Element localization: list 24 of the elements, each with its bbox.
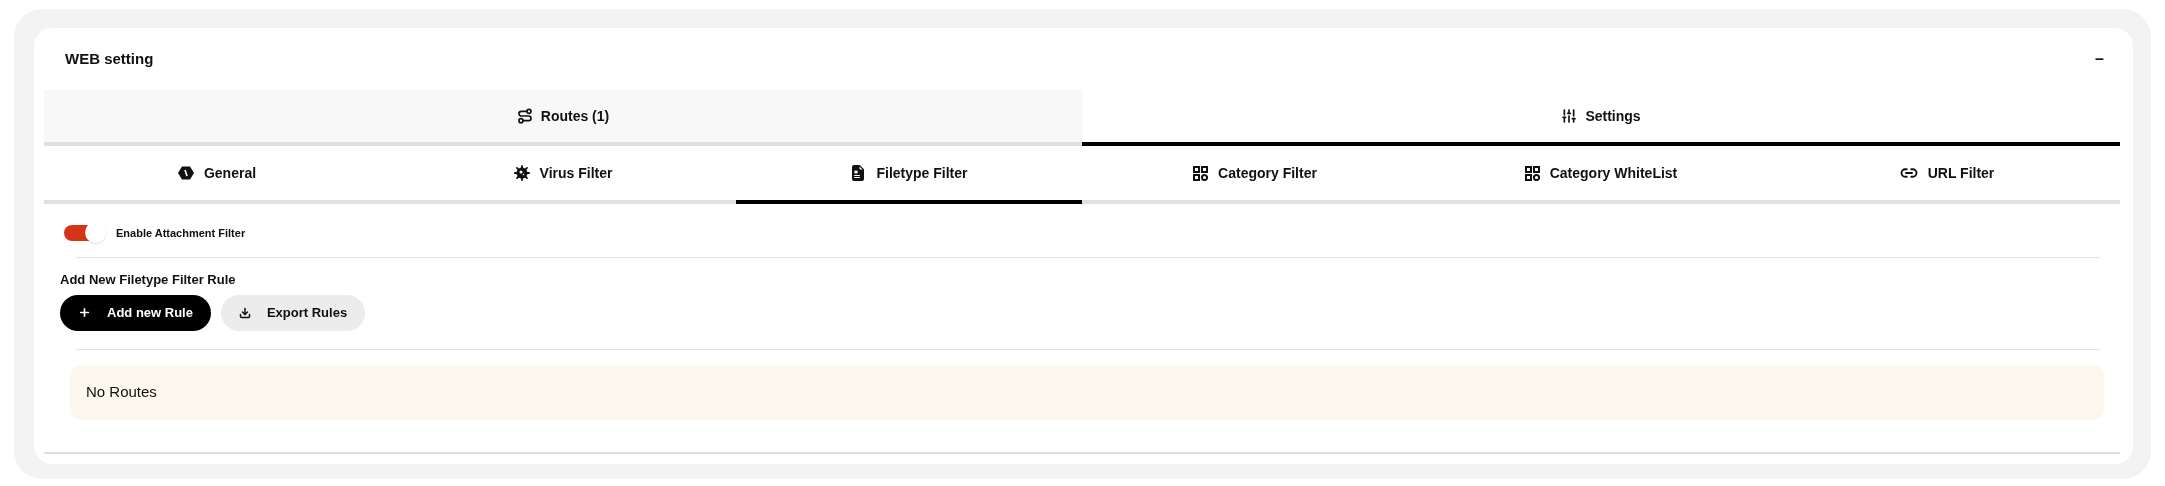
sub-tab[interactable]: Filetype Filter xyxy=(736,146,1082,204)
grid-icon xyxy=(1193,165,1209,181)
sub-tab[interactable]: Virus Filter xyxy=(390,146,736,204)
panel-title: WEB setting xyxy=(65,48,154,69)
add-rule-button[interactable]: Add new Rule xyxy=(60,294,211,331)
collapse-button[interactable]: – xyxy=(2095,47,2104,71)
toggle-label: Enable Attachment Filter xyxy=(116,225,246,241)
plus-icon xyxy=(78,306,91,319)
sub-tab[interactable]: Category Filter xyxy=(1082,146,1428,204)
sub-tab[interactable]: URL Filter xyxy=(1774,146,2120,204)
file-icon xyxy=(850,165,867,181)
sub-tab[interactable]: Category WhiteList xyxy=(1428,146,1774,204)
main-tab[interactable]: Routes (1) xyxy=(44,90,1082,146)
sub-tab[interactable]: General xyxy=(44,146,390,204)
virus-icon xyxy=(513,165,530,181)
route-icon xyxy=(516,108,533,124)
export-rules-button[interactable]: Export Rules xyxy=(220,294,366,331)
download-icon xyxy=(238,306,251,319)
sliders-icon xyxy=(1561,108,1578,124)
toggle-switch[interactable] xyxy=(64,225,104,241)
section-title: Add New Filetype Filter Rule xyxy=(60,271,237,289)
hexagon-icon xyxy=(177,165,194,181)
grid-icon xyxy=(1524,165,1540,181)
notice-text: No Routes xyxy=(86,381,157,402)
